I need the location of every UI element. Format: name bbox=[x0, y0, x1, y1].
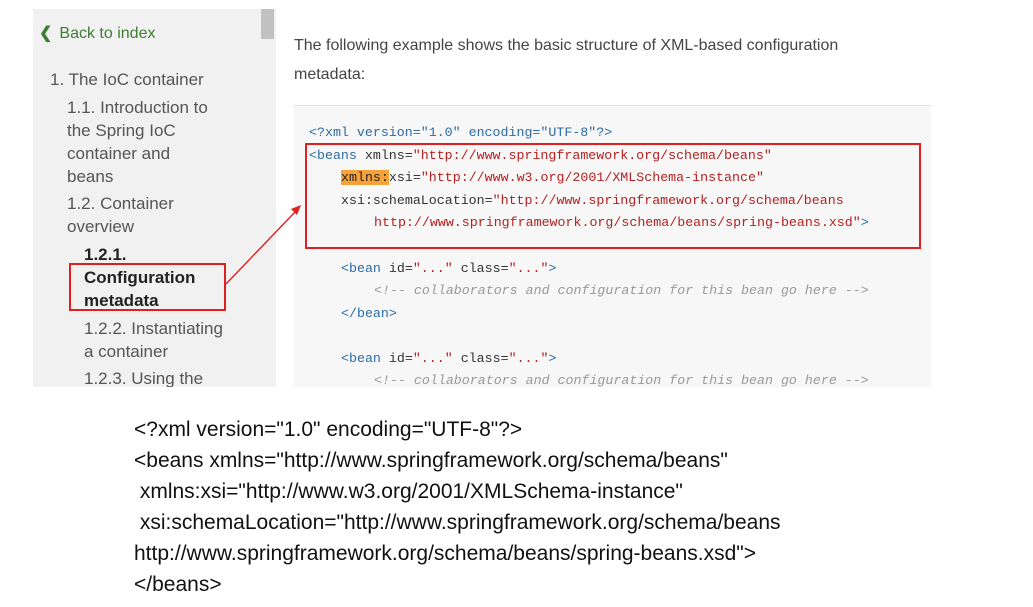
toc-item-instantiating-line2[interactable]: a container bbox=[84, 340, 168, 363]
intro-line-1: The following example shows the basic st… bbox=[294, 37, 839, 54]
code-block: <?xml version="1.0" encoding="UTF-8"?> <… bbox=[294, 105, 931, 387]
toc-item-introduction-line4[interactable]: beans bbox=[67, 165, 113, 188]
annotation-box-code bbox=[305, 143, 921, 249]
code-line-10: <!-- collaborators and configuration for… bbox=[374, 373, 869, 387]
plain-code-line-2: <beans xmlns="http://www.springframework… bbox=[134, 449, 728, 472]
main-content: The following example shows the basic st… bbox=[276, 9, 931, 387]
bean-id-attr: id= bbox=[380, 261, 413, 276]
bean-id-value-2: "..." bbox=[412, 351, 453, 366]
toc-item-introduction-line1[interactable]: 1.1. Introduction to bbox=[67, 96, 208, 119]
plain-code-line-3: xmlns:xsi="http://www.w3.org/2001/XMLSch… bbox=[134, 480, 683, 503]
plain-code-line-4: xsi:schemaLocation="http://www.springfra… bbox=[134, 511, 781, 534]
plain-code-line-5: http://www.springframework.org/schema/be… bbox=[134, 542, 756, 565]
annotation-box-sidebar bbox=[69, 263, 226, 311]
code-line-1: <?xml version="1.0" encoding="UTF-8"?> bbox=[309, 125, 612, 140]
sidebar-scrollbar[interactable] bbox=[261, 9, 274, 39]
bean-id-value: "..." bbox=[412, 261, 453, 276]
code-line-8: </bean> bbox=[341, 306, 397, 321]
bean-comment: <!-- collaborators and configuration for… bbox=[374, 283, 869, 298]
bean-close-tag: </bean> bbox=[341, 306, 397, 321]
bean-class-value: "..." bbox=[508, 261, 549, 276]
toc-item-container-overview-line1[interactable]: 1.2. Container bbox=[67, 192, 174, 215]
back-to-index-link[interactable]: ❮ Back to index bbox=[39, 23, 155, 43]
toc-item-introduction-line2[interactable]: the Spring IoC bbox=[67, 119, 176, 142]
toc-item-using-the[interactable]: 1.2.3. Using the bbox=[84, 367, 203, 387]
bean-open-tag-close-2: > bbox=[548, 351, 557, 366]
xml-declaration: <?xml version="1.0" encoding="UTF-8"?> bbox=[309, 125, 613, 140]
toc-item-introduction-line3[interactable]: container and bbox=[67, 142, 170, 165]
code-line-7: <!-- collaborators and configuration for… bbox=[374, 283, 869, 298]
bean-id-attr-2: id= bbox=[380, 351, 413, 366]
chevron-left-icon: ❮ bbox=[39, 25, 53, 42]
intro-line-2: metadata: bbox=[294, 66, 366, 83]
toc-item-instantiating-line1[interactable]: 1.2.2. Instantiating bbox=[84, 317, 223, 340]
plain-code-line-1: <?xml version="1.0" encoding="UTF-8"?> bbox=[134, 418, 523, 441]
back-to-index-label: Back to index bbox=[59, 25, 156, 42]
toc-item-container-overview-line2[interactable]: overview bbox=[67, 215, 134, 238]
bean-class-attr: class= bbox=[452, 261, 509, 276]
bean-open-tag-2: <bean bbox=[341, 351, 381, 366]
intro-paragraph: The following example shows the basic st… bbox=[294, 31, 931, 89]
toc-item-ioc-container[interactable]: 1. The IoC container bbox=[50, 68, 204, 91]
sidebar: ❮ Back to index 1. The IoC container 1.1.… bbox=[33, 9, 276, 387]
plain-code-line-6: </beans> bbox=[134, 573, 222, 596]
bean-comment-2: <!-- collaborators and configuration for… bbox=[374, 373, 869, 387]
bean-class-value-2: "..." bbox=[508, 351, 549, 366]
bean-open-tag: <bean bbox=[341, 261, 381, 276]
code-line-9: <bean id="..." class="..."> bbox=[341, 351, 556, 366]
bean-open-tag-close: > bbox=[548, 261, 557, 276]
code-line-6: <bean id="..." class="..."> bbox=[341, 261, 556, 276]
bean-class-attr-2: class= bbox=[452, 351, 509, 366]
documentation-screenshot: ❮ Back to index 1. The IoC container 1.1.… bbox=[33, 9, 931, 387]
